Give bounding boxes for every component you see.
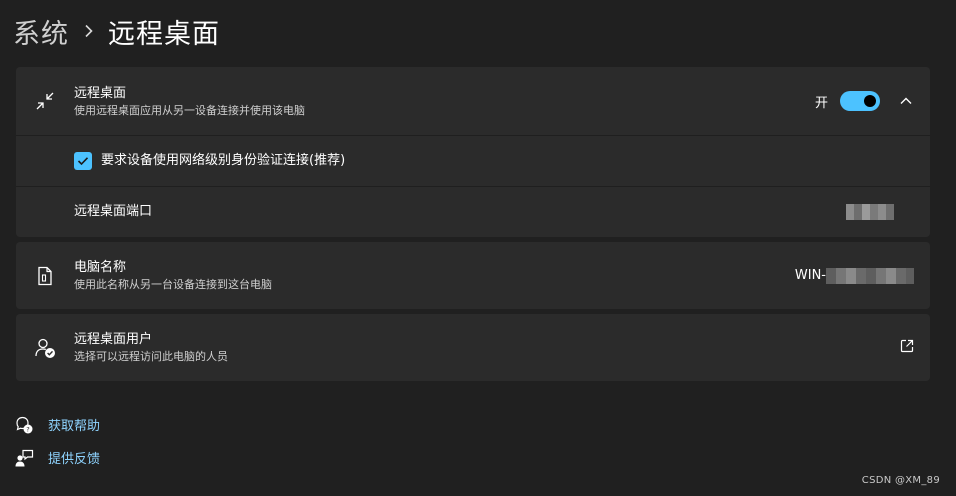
open-external-icon[interactable]	[900, 338, 914, 357]
remote-desktop-toggle[interactable]	[840, 91, 880, 111]
remote-users-subtitle: 选择可以远程访问此电脑的人员	[74, 350, 228, 363]
user-check-icon	[16, 337, 74, 359]
nla-label: 要求设备使用网络级别身份验证连接(推荐)	[101, 153, 346, 168]
pc-name-subtitle: 使用此名称从另一台设备连接到这台电脑	[74, 278, 272, 291]
page-title: 远程桌面	[108, 18, 220, 50]
remote-desktop-subtitle: 使用远程桌面应用从另一设备连接并使用该电脑	[74, 103, 305, 117]
pc-name-value-redacted	[826, 267, 914, 284]
pc-name-title: 电脑名称	[74, 260, 127, 275]
feedback-link[interactable]: 提供反馈	[13, 441, 100, 474]
toggle-knob	[864, 95, 876, 107]
pc-name-value-prefix: WIN-	[794, 268, 826, 283]
remote-desktop-title: 远程桌面	[74, 85, 127, 101]
help-links: ? 获取帮助 提供反馈	[13, 408, 100, 474]
remote-users-row[interactable]: 远程桌面用户 选择可以远程访问此电脑的人员	[16, 314, 930, 381]
chevron-right-icon	[84, 24, 94, 38]
chevron-up-icon[interactable]	[898, 93, 914, 109]
remote-desktop-header-row[interactable]: 远程桌面 使用远程桌面应用从另一设备连接并使用该电脑 开	[16, 67, 930, 135]
port-row: 远程桌面端口	[16, 186, 930, 236]
breadcrumb-parent-system[interactable]: 系统	[13, 12, 69, 51]
svg-text:?: ?	[26, 425, 29, 433]
get-help-text[interactable]: 获取帮助	[48, 415, 100, 434]
feedback-icon	[13, 447, 35, 469]
nla-checkbox[interactable]	[74, 152, 92, 170]
remote-users-title: 远程桌面用户	[74, 332, 153, 347]
remote-desktop-icon	[16, 91, 74, 111]
port-label: 远程桌面端口	[74, 203, 153, 219]
get-help-link[interactable]: ? 获取帮助	[13, 408, 100, 441]
check-icon	[77, 157, 89, 166]
remote-desktop-card: 远程桌面 使用远程桌面应用从另一设备连接并使用该电脑 开 要求设备使用网络级别身…	[16, 67, 930, 237]
pc-document-icon	[16, 266, 74, 286]
watermark: CSDN @XM_89	[861, 475, 940, 486]
port-value-redacted	[846, 203, 894, 220]
help-chat-icon: ?	[13, 414, 35, 436]
pc-name-row: 电脑名称 使用此名称从另一台设备连接到这台电脑 WIN-	[16, 242, 930, 309]
settings-page: 系统 远程桌面 远程桌面 使用远程桌面应用从另一设备连接并使用该电脑 开 要求设…	[0, 0, 956, 496]
feedback-text[interactable]: 提供反馈	[48, 448, 100, 467]
pc-name-card: 电脑名称 使用此名称从另一台设备连接到这台电脑 WIN-	[16, 242, 930, 309]
toggle-state-label: 开	[814, 95, 828, 111]
nla-row: 要求设备使用网络级别身份验证连接(推荐)	[16, 135, 930, 186]
breadcrumb: 系统 远程桌面	[13, 12, 220, 50]
remote-users-card[interactable]: 远程桌面用户 选择可以远程访问此电脑的人员	[16, 314, 930, 381]
